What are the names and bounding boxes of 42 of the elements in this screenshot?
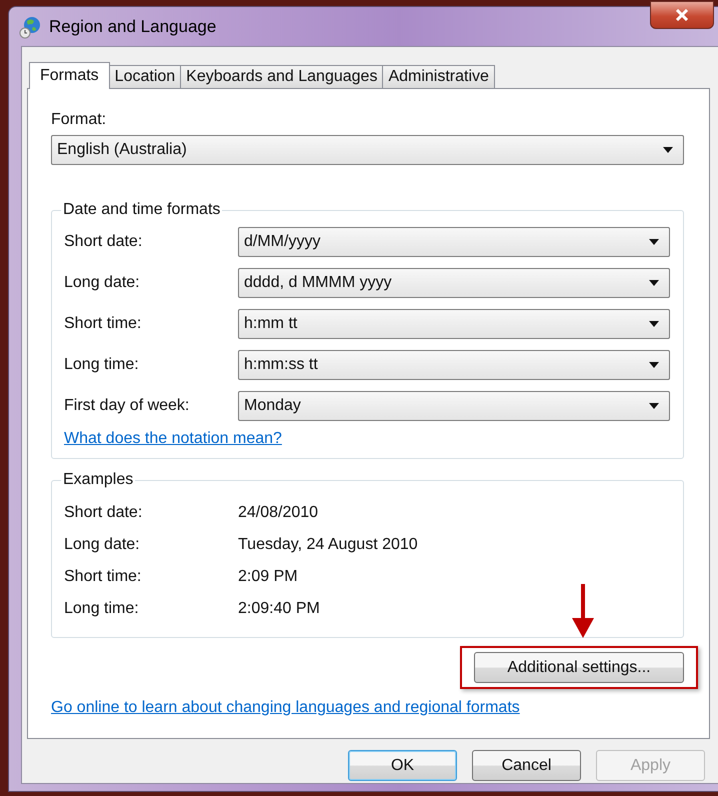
dropdown-arrow-icon [649,321,659,327]
dropdown-arrow-icon [649,362,659,368]
close-icon [675,9,689,21]
dropdown-arrow-icon [649,403,659,409]
format-dropdown[interactable]: h:mm tt [238,309,670,339]
notation-link[interactable]: What does the notation mean? [64,430,282,448]
tab[interactable]: Keyboards and Languages [180,65,384,88]
dialog-button[interactable]: Cancel [472,750,581,781]
dialog-button[interactable]: OK [348,750,457,781]
format-dropdown[interactable]: Monday [238,391,670,421]
tab[interactable]: Administrative [382,65,495,88]
example-label: Long time: [64,600,140,618]
additional-settings-button[interactable]: Additional settings... [474,652,684,683]
format-dropdown[interactable]: h:mm:ss tt [238,350,670,380]
format-dropdown[interactable]: English (Australia) [51,135,684,165]
dropdown-arrow-icon [649,280,659,286]
format-dropdown[interactable]: dddd, d MMMM yyyy [238,268,670,298]
dropdown-arrow-icon [663,147,673,153]
example-value: 2:09 PM [238,568,298,586]
example-value: Tuesday, 24 August 2010 [238,536,418,554]
field-label: Long date: [64,274,141,292]
online-help-link[interactable]: Go online to learn about changing languages and regional formats [51,699,520,717]
globe-icon [19,14,41,38]
group-title: Examples [62,471,134,489]
field-label: Format: [51,111,106,129]
field-label: Short date: [64,233,144,251]
close-button[interactable] [650,1,714,29]
group-title: Date and time formats [62,201,222,219]
format-dropdown[interactable]: d/MM/yyyy [238,227,670,257]
dropdown-arrow-icon [649,239,659,245]
field-label: First day of week: [64,397,190,415]
tab[interactable]: Formats [29,62,110,89]
arrow-icon [571,584,595,638]
example-label: Short date: [64,504,144,522]
window-title: Region and Language [49,16,216,36]
field-label: Long time: [64,356,140,374]
field-label: Short time: [64,315,142,333]
example-label: Long date: [64,536,141,554]
example-value: 24/08/2010 [238,504,318,522]
tab[interactable]: Location [108,65,182,88]
example-label: Short time: [64,568,142,586]
example-value: 2:09:40 PM [238,600,320,618]
